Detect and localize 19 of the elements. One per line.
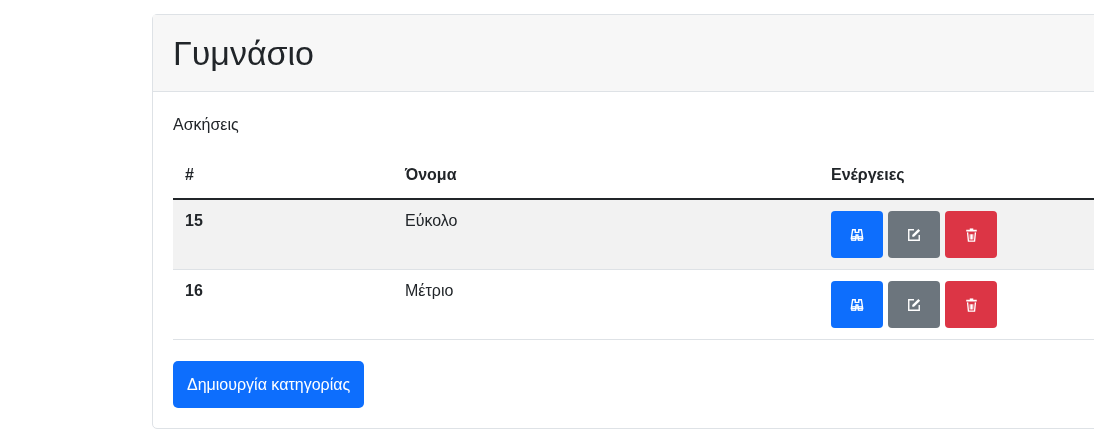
- table-cell: Εύκολο: [405, 212, 458, 229]
- card-title: Γυμνάσιο: [173, 33, 314, 73]
- edit-button[interactable]: [888, 281, 940, 328]
- view-button[interactable]: [831, 281, 883, 328]
- edit-icon: [907, 297, 921, 312]
- edit-button[interactable]: [888, 211, 940, 258]
- binoculars-icon: [850, 227, 864, 242]
- section-label: Ασκήσεις: [173, 116, 240, 134]
- delete-button[interactable]: [945, 281, 997, 328]
- edit-icon: [907, 227, 921, 242]
- trash-icon: [964, 297, 978, 312]
- trash-icon: [964, 227, 978, 242]
- table-cell: 15: [185, 212, 203, 229]
- table-cell: 16: [185, 282, 203, 299]
- table-cell: Μέτριο: [405, 282, 454, 299]
- create-category-button[interactable]: Δημιουργία κατηγορίας: [173, 361, 365, 408]
- binoculars-icon: [850, 297, 864, 312]
- view-button[interactable]: [831, 211, 883, 258]
- delete-button[interactable]: [945, 211, 997, 258]
